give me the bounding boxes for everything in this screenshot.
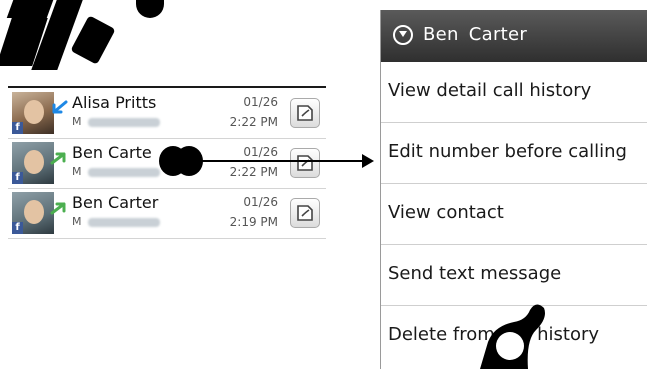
pointer-arrow-icon xyxy=(362,154,374,168)
send-message-button[interactable] xyxy=(290,198,320,228)
menu-item-label: Send text message xyxy=(388,263,562,284)
watermark-shape xyxy=(6,0,54,18)
number-type-label: M xyxy=(72,165,82,178)
call-time: 2:19 PM xyxy=(229,215,278,229)
call-date: 01/26 xyxy=(243,195,278,209)
call-time: 2:22 PM xyxy=(229,115,278,129)
contact-name: Ben Carter xyxy=(72,193,159,212)
call-log-row[interactable]: f Ben Carter M 01/26 2:19 PM xyxy=(8,188,326,239)
menu-item-label: Edit number before calling xyxy=(388,141,627,162)
facebook-badge-icon: f xyxy=(12,172,23,184)
contact-name: Alisa Pritts xyxy=(72,93,157,112)
call-date: 01/26 xyxy=(243,145,278,159)
outgoing-call-icon xyxy=(50,152,66,165)
menu-item-label: View contact xyxy=(388,202,504,223)
menu-header: Ben Carter xyxy=(381,10,647,62)
blurred-phone-number xyxy=(88,118,160,127)
call-date: 01/26 xyxy=(243,95,278,109)
send-message-button[interactable] xyxy=(290,98,320,128)
call-log-row[interactable]: f Alisa Pritts M 01/26 2:22 PM xyxy=(8,88,326,139)
send-message-icon xyxy=(297,205,313,221)
send-message-icon xyxy=(297,105,313,121)
incoming-call-icon xyxy=(52,100,68,114)
number-type-label: M xyxy=(72,215,82,228)
send-message-icon xyxy=(297,155,313,171)
blurred-phone-number xyxy=(88,218,160,227)
menu-item-label: View detail call history xyxy=(388,80,592,101)
pointer-line xyxy=(196,160,372,162)
contact-name: Ben Carte xyxy=(72,143,152,162)
number-type-label: M xyxy=(72,115,82,128)
menu-item-view-detail-call-history[interactable]: View detail call history xyxy=(381,62,647,123)
menu-item-view-contact[interactable]: View contact xyxy=(381,184,647,245)
facebook-badge-icon: f xyxy=(12,222,23,234)
chevron-down-icon xyxy=(393,25,413,45)
facebook-badge-icon: f xyxy=(12,122,23,134)
watermark-shape xyxy=(70,15,116,65)
menu-item-send-text-message[interactable]: Send text message xyxy=(381,245,647,306)
menu-title: Ben Carter xyxy=(423,24,528,45)
call-time: 2:22 PM xyxy=(229,165,278,179)
send-message-button[interactable] xyxy=(290,148,320,178)
watermark-shape xyxy=(136,0,164,18)
blurred-phone-number xyxy=(88,168,160,177)
watermark-shape xyxy=(480,304,545,369)
menu-item-edit-number[interactable]: Edit number before calling xyxy=(381,123,647,184)
outgoing-call-icon xyxy=(50,202,66,215)
